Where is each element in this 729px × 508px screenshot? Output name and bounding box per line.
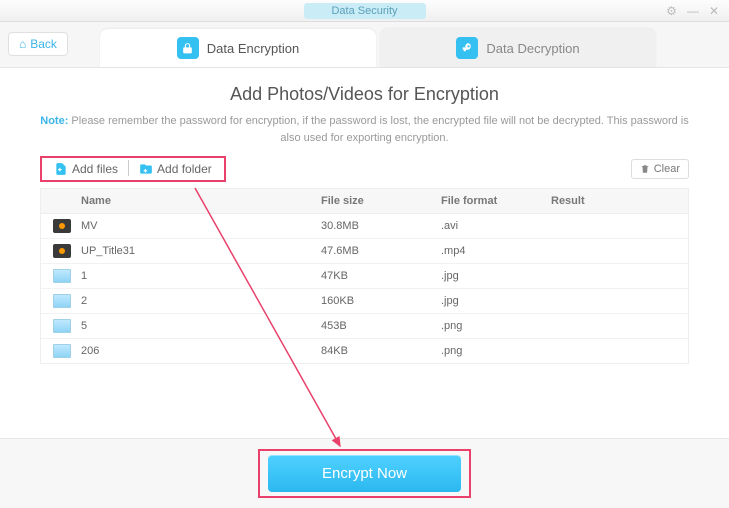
separator <box>128 160 129 176</box>
toolbar: Add files Add folder Clear <box>40 156 689 182</box>
cell-size: 47.6MB <box>321 245 441 257</box>
tab-data-decryption[interactable]: Data Decryption <box>380 29 656 67</box>
footer: Encrypt Now <box>0 438 729 508</box>
cell-size: 47KB <box>321 270 441 282</box>
video-file-icon <box>53 219 71 233</box>
cell-name: 5 <box>81 320 321 332</box>
cell-size: 84KB <box>321 345 441 357</box>
cell-format: .png <box>441 320 551 332</box>
cell-format: .png <box>441 345 551 357</box>
cell-format: .jpg <box>441 270 551 282</box>
clear-label: Clear <box>654 163 680 175</box>
table-header: Name File size File format Result <box>41 189 688 214</box>
table-body: MV30.8MB.aviUP_Title3147.6MB.mp4147KB.jp… <box>41 214 688 363</box>
key-icon <box>456 37 478 59</box>
add-folder-button[interactable]: Add folder <box>133 160 218 178</box>
add-group-highlight: Add files Add folder <box>40 156 226 182</box>
note-label: Note: <box>40 115 68 127</box>
cell-name: UP_Title31 <box>81 245 321 257</box>
note-body: Please remember the password for encrypt… <box>68 115 688 144</box>
trash-icon <box>640 164 650 174</box>
header-result: Result <box>551 195 688 207</box>
table-row[interactable]: 20684KB.png <box>41 339 688 363</box>
page-title: Add Photos/Videos for Encryption <box>40 84 689 105</box>
tab-strip: ⌂ Back Data Encryption Data Decryption <box>0 22 729 68</box>
window-title: Data Security <box>303 3 425 19</box>
cell-size: 160KB <box>321 295 441 307</box>
encrypt-highlight: Encrypt Now <box>258 449 471 498</box>
cell-name: MV <box>81 220 321 232</box>
table-row[interactable]: 2160KB.jpg <box>41 289 688 314</box>
table-row[interactable]: 147KB.jpg <box>41 264 688 289</box>
cell-size: 30.8MB <box>321 220 441 232</box>
settings-icon[interactable]: ⚙ <box>666 4 677 18</box>
add-files-label: Add files <box>72 162 118 176</box>
header-format: File format <box>441 195 551 207</box>
home-icon: ⌂ <box>19 37 26 51</box>
file-add-icon <box>54 162 68 176</box>
add-folder-label: Add folder <box>157 162 212 176</box>
back-label: Back <box>30 37 57 51</box>
cell-size: 453B <box>321 320 441 332</box>
window-controls: ⚙ — ✕ <box>666 4 729 18</box>
back-button[interactable]: ⌂ Back <box>8 32 68 56</box>
minimize-icon[interactable]: — <box>687 4 699 18</box>
image-file-icon <box>53 294 71 308</box>
header-name: Name <box>41 195 321 207</box>
video-file-icon <box>53 244 71 258</box>
image-file-icon <box>53 319 71 333</box>
header-size: File size <box>321 195 441 207</box>
cell-name: 206 <box>81 345 321 357</box>
cell-format: .jpg <box>441 295 551 307</box>
titlebar: Data Security ⚙ — ✕ <box>0 0 729 22</box>
folder-add-icon <box>139 162 153 176</box>
table-row[interactable]: MV30.8MB.avi <box>41 214 688 239</box>
tab-data-encryption[interactable]: Data Encryption <box>100 29 376 67</box>
tab-label: Data Encryption <box>207 41 300 56</box>
image-file-icon <box>53 344 71 358</box>
close-icon[interactable]: ✕ <box>709 4 719 18</box>
add-files-button[interactable]: Add files <box>48 160 124 178</box>
clear-button[interactable]: Clear <box>631 159 689 179</box>
tabs: Data Encryption Data Decryption <box>100 29 660 67</box>
encrypt-now-button[interactable]: Encrypt Now <box>268 455 461 492</box>
note-text: Note: Please remember the password for e… <box>40 113 689 146</box>
cell-name: 1 <box>81 270 321 282</box>
table-row[interactable]: 5453B.png <box>41 314 688 339</box>
image-file-icon <box>53 269 71 283</box>
cell-format: .avi <box>441 220 551 232</box>
file-table: Name File size File format Result MV30.8… <box>40 188 689 364</box>
cell-format: .mp4 <box>441 245 551 257</box>
content-area: Add Photos/Videos for Encryption Note: P… <box>0 68 729 438</box>
tab-label: Data Decryption <box>486 41 579 56</box>
cell-name: 2 <box>81 295 321 307</box>
table-row[interactable]: UP_Title3147.6MB.mp4 <box>41 239 688 264</box>
lock-icon <box>177 37 199 59</box>
